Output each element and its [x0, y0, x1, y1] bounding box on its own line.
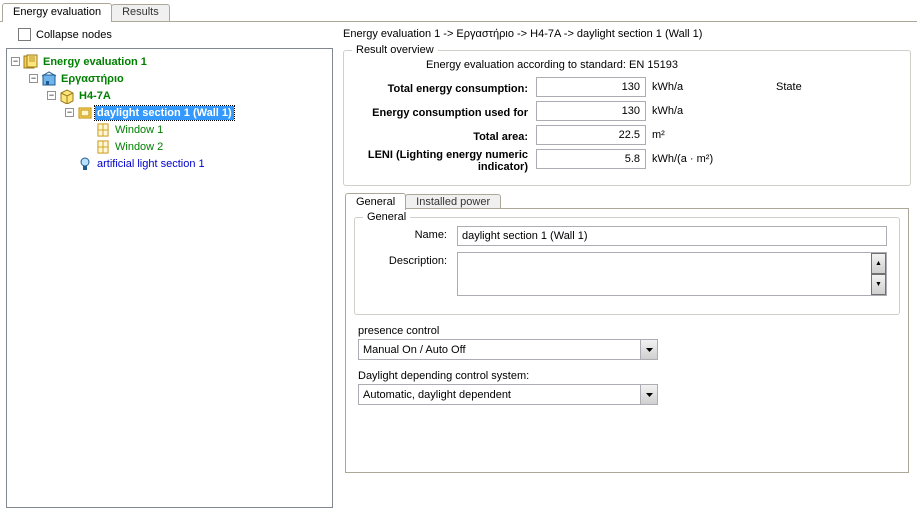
general-legend: General	[363, 211, 410, 223]
tree-node-daylight-section-1[interactable]: − daylight section 1 (Wall 1)	[65, 104, 330, 121]
tab-results[interactable]: Results	[111, 4, 170, 21]
description-label: Description:	[367, 252, 457, 267]
textarea-spin-down[interactable]: ▼	[871, 274, 886, 295]
tree-label: Energy evaluation 1	[41, 55, 149, 69]
tree-node-artificial-light-section-1[interactable]: − artificial light section 1	[65, 155, 330, 172]
dropdown-arrow-icon	[640, 385, 657, 404]
presence-control-dropdown[interactable]: Manual On / Auto Off	[358, 339, 658, 360]
tree-label: Εργαστήριο	[59, 72, 126, 86]
total-energy-value: 130	[536, 77, 646, 97]
collapse-nodes-checkbox[interactable]	[18, 28, 31, 41]
tree-label: artificial light section 1	[95, 157, 207, 171]
tree-view[interactable]: − Energy evaluation 1 − Εργαστήριο	[6, 48, 333, 508]
general-panel: General Name: Description: ▲ ▼	[345, 208, 909, 473]
name-input[interactable]	[457, 226, 887, 246]
leni-value: 5.8	[536, 149, 646, 169]
tab-energy-evaluation[interactable]: Energy evaluation	[2, 3, 112, 22]
energy-eval-icon	[23, 54, 39, 70]
room-icon	[59, 88, 75, 104]
daylight-control-value: Automatic, daylight dependent	[363, 389, 511, 401]
collapse-icon[interactable]: −	[47, 91, 56, 100]
total-energy-unit: kWh/a	[652, 77, 716, 101]
leaf-icon: −	[65, 159, 74, 168]
daylight-section-icon	[77, 105, 93, 121]
presence-control-value: Manual On / Auto Off	[363, 344, 466, 356]
leaf-icon: −	[83, 125, 92, 134]
total-area-unit: m²	[652, 125, 716, 149]
energy-used-for-label: Energy consumption used for	[356, 101, 528, 125]
leni-unit: kWh/(a · m²)	[652, 149, 716, 173]
total-area-value: 22.5	[536, 125, 646, 145]
tree-node-energy-evaluation-1[interactable]: − Energy evaluation 1	[11, 53, 330, 70]
textarea-spin-up[interactable]: ▲	[871, 253, 886, 274]
collapse-icon[interactable]: −	[65, 108, 74, 117]
collapse-icon[interactable]: −	[11, 57, 20, 66]
daylight-control-dropdown[interactable]: Automatic, daylight dependent	[358, 384, 658, 405]
tree-node-window-2[interactable]: − Window 2	[83, 138, 330, 155]
result-overview-legend: Result overview	[352, 44, 438, 56]
tree-label: Window 2	[113, 140, 165, 154]
energy-used-for-value: 130	[536, 101, 646, 121]
leni-label: LENI (Lighting energy numeric indicator)	[356, 149, 528, 173]
energy-used-for-unit: kWh/a	[652, 101, 716, 125]
result-overview-fieldset: Result overview Energy evaluation accord…	[343, 50, 911, 186]
description-textarea[interactable]	[457, 252, 887, 296]
collapse-icon[interactable]: −	[29, 74, 38, 83]
tree-node-h4-7a[interactable]: − H4-7A	[47, 87, 330, 104]
building-icon	[41, 71, 57, 87]
total-energy-label: Total energy consumption:	[356, 77, 528, 101]
window-icon	[95, 139, 111, 155]
leaf-icon: −	[83, 142, 92, 151]
dropdown-arrow-icon	[640, 340, 657, 359]
tree-label: H4-7A	[77, 89, 113, 103]
tree-label: daylight section 1 (Wall 1)	[95, 106, 234, 120]
main-tabstrip: Energy evaluation Results	[0, 0, 917, 22]
subtab-general[interactable]: General	[345, 193, 406, 210]
state-label: State	[716, 77, 898, 173]
name-label: Name:	[367, 226, 457, 241]
general-fieldset: General Name: Description: ▲ ▼	[354, 217, 900, 315]
presence-control-label: presence control	[358, 325, 896, 337]
standard-line: Energy evaluation according to standard:…	[356, 59, 898, 77]
daylight-control-label: Daylight depending control system:	[358, 370, 896, 382]
total-area-label: Total area:	[356, 125, 528, 149]
tree-label: Window 1	[113, 123, 165, 137]
collapse-nodes-label: Collapse nodes	[36, 29, 112, 41]
artificial-light-icon	[77, 156, 93, 172]
tree-node-ergastirio[interactable]: − Εργαστήριο	[29, 70, 330, 87]
window-icon	[95, 122, 111, 138]
tree-node-window-1[interactable]: − Window 1	[83, 121, 330, 138]
